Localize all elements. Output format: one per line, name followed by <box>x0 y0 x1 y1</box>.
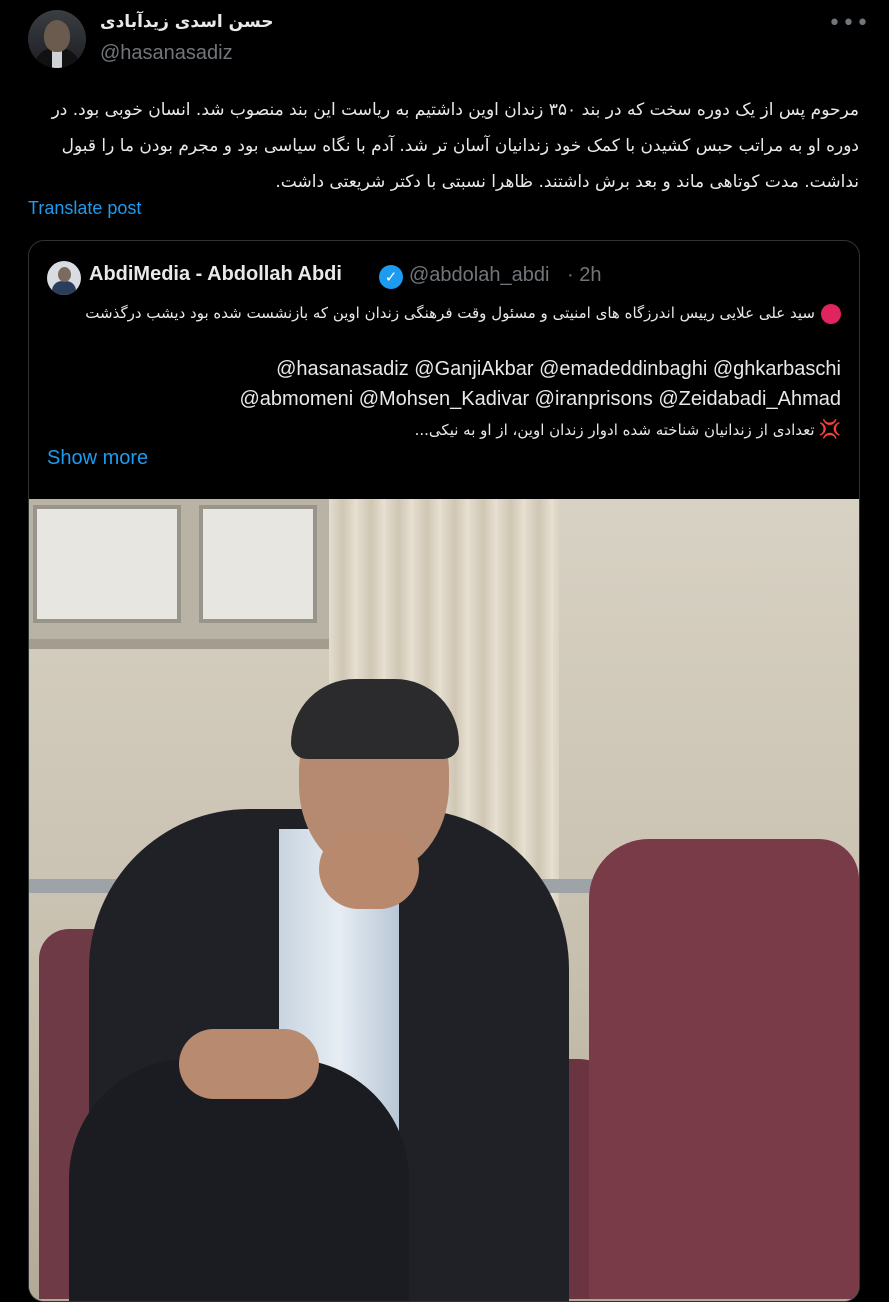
author-avatar[interactable] <box>28 10 86 68</box>
quoted-author-name[interactable]: AbdiMedia - Abdollah Abdi <box>89 263 342 286</box>
mentions-line2[interactable]: @abmomeni @Mohsen_Kadivar @iranprisons @… <box>51 388 841 411</box>
anger-emoji-icon: 💢 <box>818 419 841 440</box>
quoted-text-line1-content: سید علی علایی رییس اندرزگاه های امنیتی و… <box>85 304 815 322</box>
author-handle[interactable]: @hasanasadiz <box>100 42 233 65</box>
quoted-author-avatar[interactable] <box>47 261 81 295</box>
more-options-icon[interactable]: ••• <box>828 10 869 38</box>
mentions-line1[interactable]: @hasanasadiz @GanjiAkbar @emadeddinbaghi… <box>51 358 841 381</box>
red-circle-icon <box>821 303 841 324</box>
show-more-link[interactable]: Show more <box>47 447 148 470</box>
attached-photo[interactable] <box>29 499 859 1301</box>
quoted-text-line2-content: تعدادی از زندانیان شناخته شده ادوار زندا… <box>414 421 815 439</box>
verified-badge-icon: ✓ <box>379 265 403 289</box>
window-image-detail <box>29 499 329 649</box>
author-name[interactable]: حسن اسدی زیدآبادی <box>100 12 274 32</box>
quoted-author-handle[interactable]: @abdolah_abdi <box>409 264 549 287</box>
bench-seat-right <box>589 839 859 1299</box>
quoted-text-line1: سید علی علایی رییس اندرزگاه های امنیتی و… <box>61 299 841 327</box>
post-text: مرحوم پس از یک دوره سخت که در بند ۳۵۰ زن… <box>51 100 859 192</box>
tweet-post: حسن اسدی زیدآبادی @hasanasadiz ••• مرحوم… <box>0 0 889 1302</box>
quoted-post-time[interactable]: · 2h <box>567 264 601 287</box>
quoted-post-card[interactable]: AbdiMedia - Abdollah Abdi ✓ @abdolah_abd… <box>28 240 860 1302</box>
translate-post-link[interactable]: Translate post <box>28 198 141 219</box>
quoted-text-line2: 💢تعدادی از زندانیان شناخته شده ادوار زند… <box>61 419 841 440</box>
